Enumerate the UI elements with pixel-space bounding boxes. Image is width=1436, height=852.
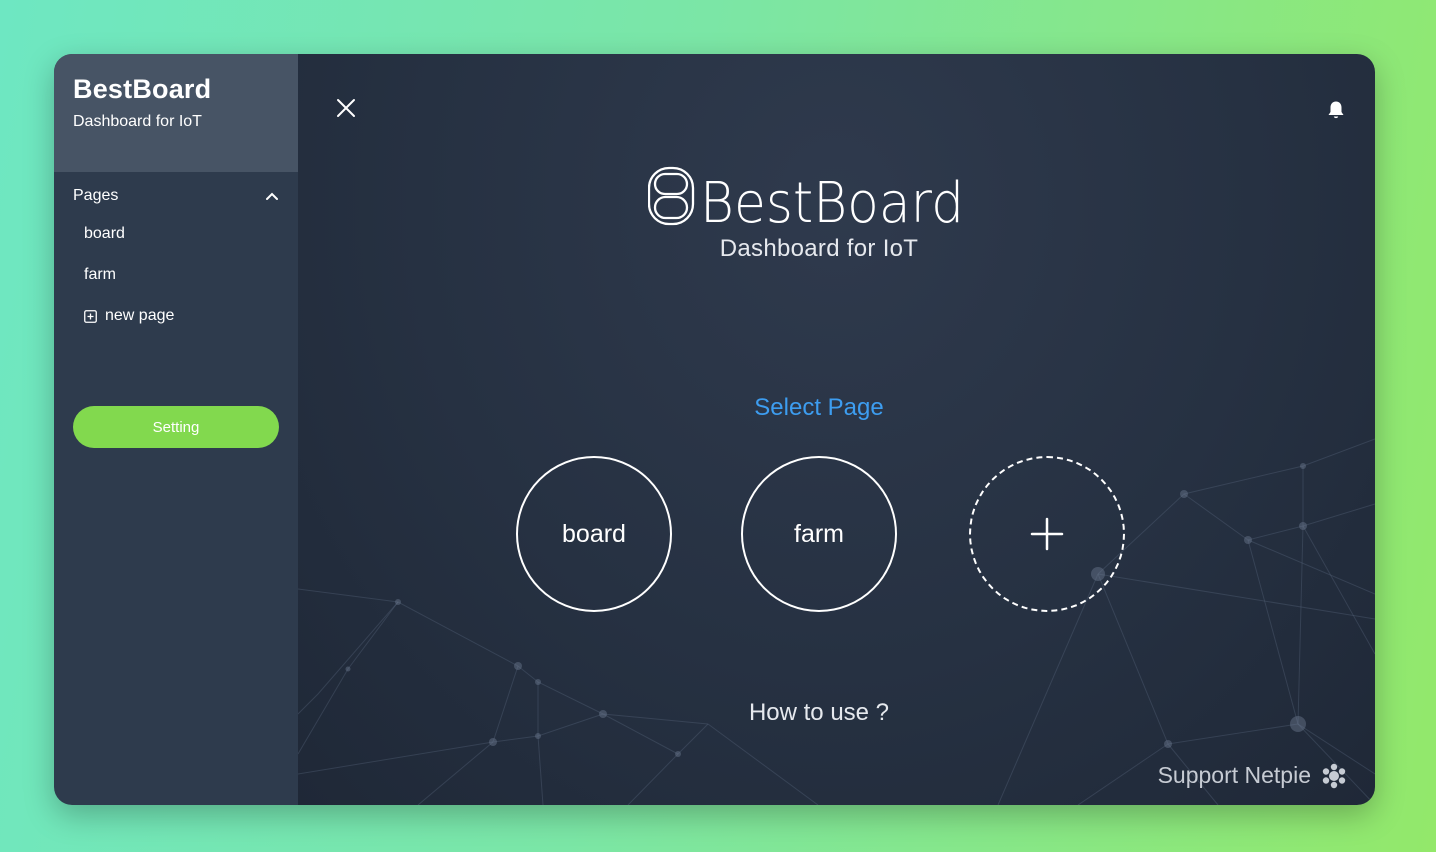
netpie-logo-icon [1322,763,1346,788]
pages-section-label: Pages [73,187,119,204]
logo-mark-icon [648,166,695,226]
setting-button[interactable]: Setting [73,406,279,448]
page-card-label: farm [794,519,844,548]
page-card-label: board [562,519,626,548]
brand-header: BestBoard Dashboard for IoT [54,54,298,172]
pages-section-header[interactable]: Pages [73,184,279,208]
chevron-up-icon[interactable] [265,189,279,203]
plus-icon [1030,517,1064,551]
how-to-use-link[interactable]: How to use ? [298,699,1340,727]
bell-icon[interactable] [1327,100,1347,120]
page-card-board[interactable]: board [516,456,672,612]
sidebar-item-farm[interactable]: farm [84,266,116,284]
logo-text: BestBoard [700,171,964,230]
sidebar-item-new-page[interactable]: new page [84,307,174,325]
support-netpie-link[interactable]: Support Netpie [1158,762,1347,789]
sidebar-item-label: board [84,225,125,242]
support-netpie-label: Support Netpie [1157,762,1311,788]
close-icon[interactable] [336,98,356,118]
sidebar-item-label: new page [105,307,175,324]
brand-subtitle: Dashboard for IoT [73,113,202,130]
sidebar-item-label: farm [84,266,116,283]
main-panel: BestBoard Dashboard for IoT Select Page … [298,54,1375,805]
bestboard-logo: BestBoard [648,166,964,230]
brand-title: BestBoard [73,74,212,104]
add-page-button[interactable] [969,456,1125,612]
sidebar-item-board[interactable]: board [84,225,125,243]
page-card-farm[interactable]: farm [741,456,897,612]
sidebar: BestBoard Dashboard for IoT Pages board … [54,54,298,805]
select-page-title: Select Page [754,394,884,421]
plus-square-icon [84,309,97,323]
app-window: BestBoard Dashboard for IoT Pages board … [54,54,1375,805]
hero-subtitle: Dashboard for IoT [719,235,919,262]
